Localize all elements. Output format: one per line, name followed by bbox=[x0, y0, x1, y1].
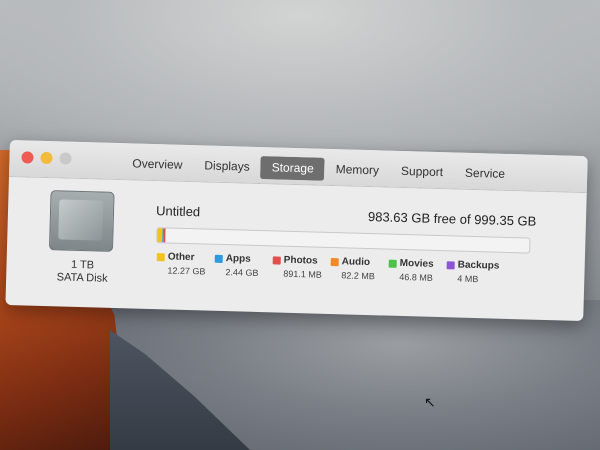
mouse-pointer-icon: ↖ bbox=[424, 394, 436, 410]
legend-label: Other bbox=[167, 251, 195, 264]
tab-service[interactable]: Service bbox=[454, 161, 517, 186]
legend-item-other: Other 12.27 GB bbox=[156, 251, 215, 277]
legend-item-apps: Apps 2.44 GB bbox=[214, 253, 273, 279]
swatch-backups bbox=[446, 260, 455, 269]
storage-panel: 1 TB SATA Disk Untitled 983.63 GB free o… bbox=[5, 177, 586, 321]
sky bbox=[0, 0, 600, 150]
tab-support[interactable]: Support bbox=[390, 160, 455, 185]
legend-label: Apps bbox=[225, 253, 251, 265]
drive-plate bbox=[58, 199, 104, 241]
swatch-movies bbox=[388, 259, 397, 268]
close-button[interactable] bbox=[21, 151, 34, 164]
legend-size: 2.44 GB bbox=[225, 267, 259, 278]
legend-size: 46.8 MB bbox=[399, 271, 433, 283]
swatch-apps bbox=[214, 254, 223, 263]
legend-size: 891.1 MB bbox=[283, 268, 323, 280]
legend-label: Photos bbox=[283, 254, 318, 267]
about-this-mac-window: Overview Displays Storage Memory Support… bbox=[5, 140, 588, 322]
legend-label: Movies bbox=[399, 257, 434, 270]
storage-legend: Other 12.27 GB Apps 2.44 GB Photos 891.1… bbox=[156, 251, 505, 285]
legend-item-backups: Backups 4 MB bbox=[446, 259, 505, 285]
tab-storage[interactable]: Storage bbox=[260, 156, 326, 181]
swatch-photos bbox=[272, 255, 281, 265]
legend-item-movies: Movies 46.8 MB bbox=[388, 258, 447, 284]
legend-label: Audio bbox=[341, 256, 371, 269]
tab-displays[interactable]: Displays bbox=[193, 154, 261, 179]
disk-type: SATA Disk bbox=[56, 271, 108, 285]
tab-memory[interactable]: Memory bbox=[324, 158, 390, 183]
hard-drive-icon bbox=[48, 190, 115, 252]
legend-item-audio: Audio 82.2 MB bbox=[330, 256, 389, 282]
legend-item-photos: Photos 891.1 MB bbox=[272, 254, 331, 280]
zoom-button[interactable] bbox=[59, 152, 72, 165]
volume-name: Untitled bbox=[155, 203, 201, 220]
tab-overview[interactable]: Overview bbox=[121, 152, 194, 177]
legend-size: 4 MB bbox=[457, 273, 479, 285]
swatch-audio bbox=[330, 257, 339, 266]
legend-size: 82.2 MB bbox=[341, 270, 376, 282]
storage-usage-bar[interactable] bbox=[156, 227, 531, 254]
volume-free-space: 983.63 GB free of 999.35 GB bbox=[367, 209, 537, 229]
minimize-button[interactable] bbox=[40, 151, 53, 165]
disk-caption: 1 TB SATA Disk bbox=[42, 258, 123, 286]
swatch-other bbox=[156, 252, 165, 261]
legend-size: 12.27 GB bbox=[167, 265, 206, 277]
legend-label: Backups bbox=[457, 259, 500, 272]
